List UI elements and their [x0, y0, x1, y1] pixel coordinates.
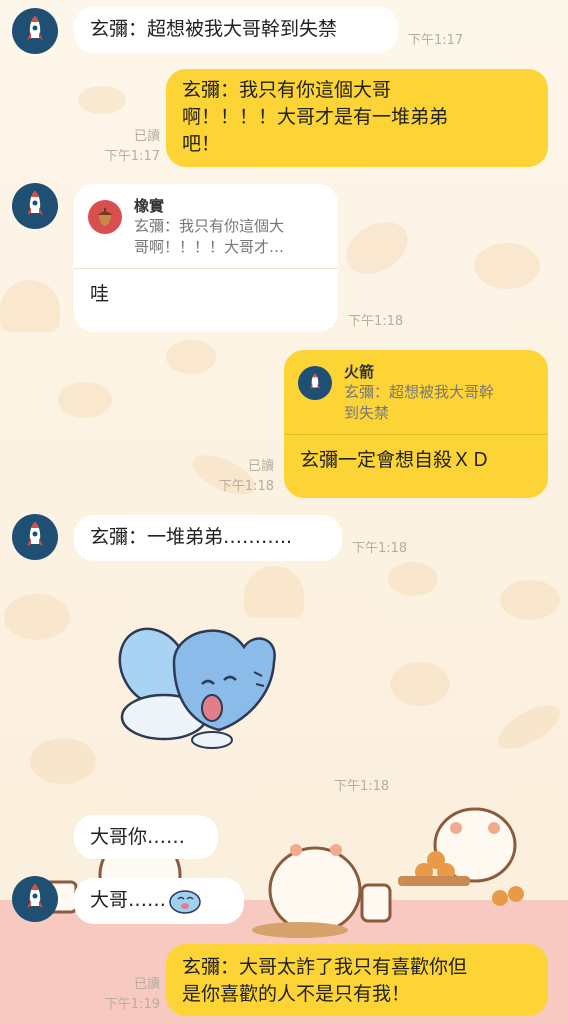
rocket-icon	[27, 884, 43, 908]
bread-decoration	[0, 280, 60, 332]
read-receipt: 已讀	[247, 459, 274, 474]
quoted-message[interactable]: 火箭 玄彌：超想被我大哥幹 到失禁	[284, 350, 548, 435]
read-receipt: 已讀	[133, 129, 160, 144]
bun-decoration	[166, 340, 216, 374]
message-text: 大哥……	[90, 889, 167, 911]
acorn-icon	[88, 200, 122, 234]
reply-message-bubble[interactable]: 橡實 玄彌：我只有你這個大 哥啊！！！！大哥才… 哇	[74, 184, 338, 332]
message-text: 大哥你……	[90, 826, 186, 848]
message-bubble-incoming[interactable]: 玄彌：一堆弟弟………..	[74, 515, 342, 561]
rocket-icon	[27, 191, 43, 215]
sender-avatar[interactable]	[12, 514, 58, 560]
bun-decoration	[390, 662, 450, 706]
sandwich-decoration	[30, 738, 96, 784]
message-time: 下午1:18	[218, 479, 274, 494]
reply-message-bubble[interactable]: 火箭 玄彌：超想被我大哥幹 到失禁 玄彌一定會想自殺ＸＤ	[284, 350, 548, 498]
bun-decoration	[58, 382, 112, 418]
message-time: 下午1:18	[334, 779, 390, 794]
message-time: 下午1:19	[104, 997, 160, 1012]
message-text: 哇	[90, 283, 110, 305]
sandwich-decoration	[500, 580, 560, 620]
quoted-sender-name: 橡實	[134, 197, 165, 215]
message-time: 下午1:18	[348, 314, 404, 329]
message-bubble-outgoing[interactable]: 玄彌：大哥太詐了我只有喜歡你但 是你喜歡的人不是只有我！	[166, 944, 548, 1016]
message-time: 下午1:18	[352, 541, 408, 556]
message-bubble-incoming[interactable]: 大哥……	[74, 878, 244, 924]
sender-avatar[interactable]	[12, 183, 58, 229]
message-text: 玄彌：我只有你這個大哥 啊！！！！大哥才是有一堆弟弟 吧！	[182, 79, 449, 155]
blue-crying-creature-sticker[interactable]	[104, 622, 304, 752]
bun-decoration	[4, 594, 70, 640]
bread-decoration	[78, 86, 126, 114]
baking-cats-decoration	[38, 807, 524, 938]
quoted-text: 玄彌：我只有你這個大 哥啊！！！！大哥才…	[134, 217, 285, 256]
quoted-sender-name: 火箭	[344, 363, 375, 381]
read-receipt: 已讀	[133, 977, 160, 992]
message-text: 玄彌：超想被我大哥幹到失禁	[90, 18, 338, 40]
message-time: 下午1:17	[104, 149, 160, 164]
message-text: 玄彌一定會想自殺ＸＤ	[300, 449, 491, 471]
rocket-icon	[27, 16, 43, 40]
message-bubble-incoming[interactable]: 玄彌：超想被我大哥幹到失禁	[74, 7, 398, 53]
message-text: 玄彌：一堆弟弟………..	[90, 526, 293, 548]
crying-emoji-icon	[169, 889, 201, 914]
quoted-text: 玄彌：超想被我大哥幹 到失禁	[344, 383, 495, 422]
bun-decoration	[474, 243, 540, 289]
message-bubble-outgoing[interactable]: 玄彌：我只有你這個大哥 啊！！！！大哥才是有一堆弟弟 吧！	[166, 69, 548, 167]
sender-avatar[interactable]	[12, 8, 58, 54]
rocket-icon	[27, 522, 43, 546]
bun-decoration	[388, 562, 438, 596]
message-text: 玄彌：大哥太詐了我只有喜歡你但 是你喜歡的人不是只有我！	[182, 956, 468, 1005]
quoted-message[interactable]: 橡實 玄彌：我只有你這個大 哥啊！！！！大哥才…	[74, 184, 338, 269]
message-time: 下午1:17	[408, 33, 464, 48]
sender-avatar[interactable]	[12, 876, 58, 922]
message-bubble-incoming[interactable]: 大哥你……	[74, 815, 218, 859]
rocket-icon	[298, 366, 332, 400]
bread-decoration	[244, 566, 304, 618]
